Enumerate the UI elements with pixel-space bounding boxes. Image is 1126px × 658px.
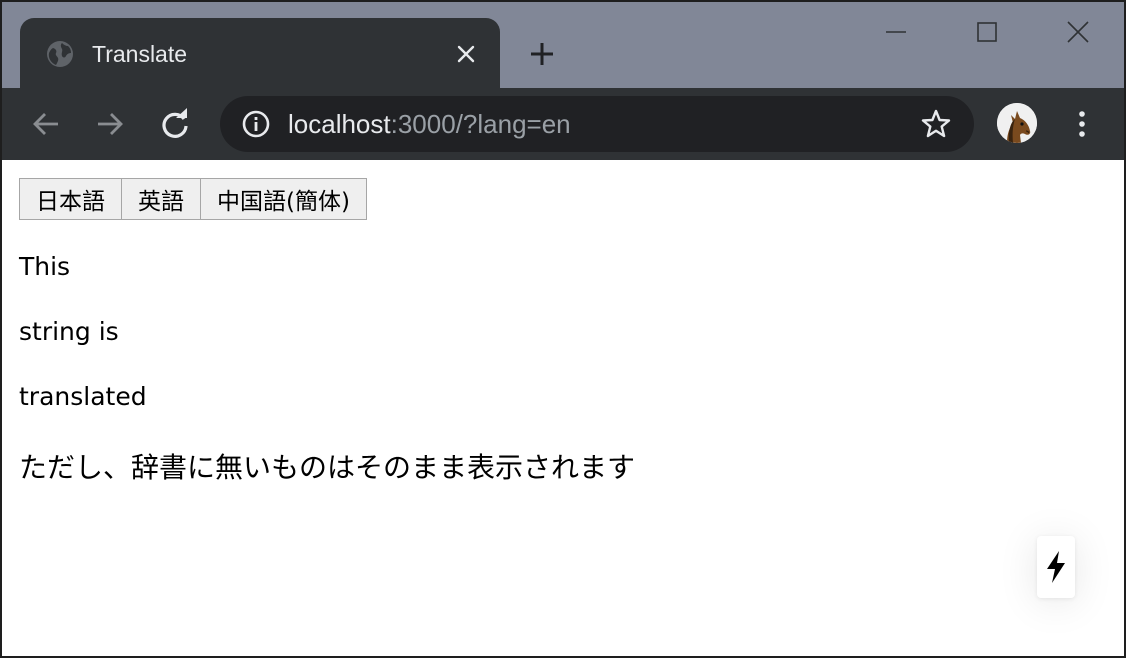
profile-avatar[interactable] [997, 103, 1037, 143]
browser-menu-button[interactable] [1064, 106, 1100, 142]
back-button[interactable] [28, 106, 64, 142]
translated-text-line-3: translated [19, 382, 147, 411]
close-icon [457, 45, 475, 63]
star-icon [921, 109, 951, 138]
address-bar[interactable]: localhost:3000/?lang=en [220, 96, 974, 152]
browser-window: Translate localhost:3000/?lang=en 日本語 英語… [0, 0, 1126, 658]
arrow-left-icon [33, 113, 58, 135]
plus-icon [531, 43, 553, 65]
close-icon [1067, 21, 1089, 43]
tab-strip: Translate [2, 2, 1124, 88]
simplified-chinese-button[interactable]: 中国語(簡体) [200, 178, 367, 220]
tab-title: Translate [92, 41, 188, 67]
url-text[interactable]: localhost:3000/?lang=en [288, 109, 571, 139]
untranslated-note: ただし、辞書に無いものはそのまま表示されます [19, 451, 636, 484]
english-button[interactable]: 英語 [121, 178, 201, 220]
translated-text-line-1: This [19, 252, 71, 281]
dev-indicator-badge[interactable] [1037, 536, 1075, 598]
minimize-icon [886, 31, 906, 33]
maximize-icon [977, 22, 997, 42]
arrow-right-icon [98, 113, 123, 135]
reload-icon [162, 108, 188, 138]
more-vert-icon [1079, 111, 1085, 137]
tab-translate[interactable]: Translate [20, 18, 500, 88]
globe-icon [46, 40, 74, 68]
bookmark-star-button[interactable] [920, 108, 952, 140]
lightning-bolt-icon [1047, 551, 1065, 583]
japanese-button[interactable]: 日本語 [19, 178, 122, 220]
info-icon[interactable] [242, 110, 270, 138]
minimize-button[interactable] [874, 12, 918, 52]
language-switcher: 日本語 英語 中国語(簡体) [19, 178, 367, 220]
reload-button[interactable] [157, 106, 193, 142]
page-content: 日本語 英語 中国語(簡体) This string is translated… [2, 160, 1124, 656]
maximize-button[interactable] [965, 12, 1009, 52]
horse-avatar [997, 103, 1037, 143]
url-host: localhost [288, 109, 391, 139]
close-window-button[interactable] [1056, 12, 1100, 52]
url-path: :3000/?lang=en [390, 109, 571, 139]
forward-button[interactable] [92, 106, 128, 142]
browser-toolbar: localhost:3000/?lang=en [2, 88, 1124, 160]
close-tab-button[interactable] [452, 40, 480, 68]
translated-text-line-2: string is [19, 317, 119, 346]
new-tab-button[interactable] [526, 38, 558, 70]
